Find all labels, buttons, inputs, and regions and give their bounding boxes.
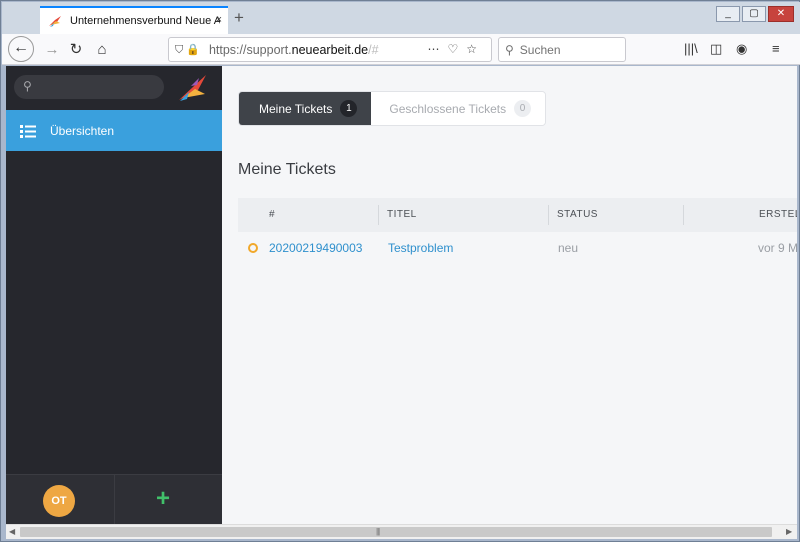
main-panel: Meine Tickets 1 Geschlossene Tickets 0 M… [222, 66, 797, 524]
status-open-icon [248, 243, 258, 253]
url-text: https://support.neuearbeit.de/# [208, 42, 379, 57]
column-header-status[interactable]: STATUS [557, 209, 598, 220]
scroll-right-icon[interactable]: ▶ [786, 527, 792, 536]
scroll-left-icon[interactable]: ◀ [9, 527, 15, 536]
list-icon [20, 124, 36, 138]
search-input[interactable]: ⚲ Suchen [498, 37, 626, 62]
column-divider [548, 205, 549, 225]
minimize-button[interactable]: _ [716, 6, 740, 22]
tickets-table: # TITEL STATUS ERSTEL 20200219490003 Tes… [238, 198, 797, 264]
tab-bar: Unternehmensverbund Neue A × + _ ▢ ✕ [2, 2, 800, 34]
tracking-shield-icon[interactable]: ⛉🔒 [175, 43, 203, 57]
add-button[interactable]: + [156, 485, 170, 513]
ticket-created: vor 9 M [758, 241, 797, 255]
ticket-number-link[interactable]: 20200219490003 [269, 241, 362, 255]
sidebar-item-label: Übersichten [50, 123, 115, 138]
column-header-created[interactable]: ERSTEL [759, 209, 797, 220]
page-actions-icon[interactable]: ⋯♡☆ [427, 42, 485, 56]
ticket-tabs: Meine Tickets 1 Geschlossene Tickets 0 [238, 91, 547, 126]
sidebar: ⚲ Übersichten OT + [6, 66, 222, 524]
account-icon[interactable]: ◉ [736, 41, 747, 57]
column-header-number[interactable]: # [269, 209, 275, 220]
address-bar[interactable]: ⛉🔒 https://support.neuearbeit.de/# ⋯♡☆ [168, 37, 492, 62]
footer-divider [114, 475, 115, 524]
column-header-title[interactable]: TITEL [387, 209, 417, 220]
library-icon[interactable]: |||\ [684, 41, 698, 56]
scrollbar-thumb[interactable]: ||| [20, 527, 772, 537]
count-badge: 1 [340, 100, 358, 117]
tab-title: Unternehmensverbund Neue A [70, 15, 220, 27]
search-icon: ⚲ [23, 79, 32, 93]
browser-tab[interactable]: Unternehmensverbund Neue A × [40, 6, 228, 34]
menu-icon[interactable]: ≡ [772, 41, 780, 56]
close-window-button[interactable]: ✕ [768, 6, 794, 22]
sidebar-item-overviews[interactable]: Übersichten [6, 110, 222, 151]
new-tab-button[interactable]: + [234, 8, 244, 28]
sidebar-toggle-icon[interactable]: ◫ [710, 41, 722, 57]
count-badge: 0 [514, 100, 532, 117]
browser-window: Unternehmensverbund Neue A × + _ ▢ ✕ ← →… [0, 0, 800, 542]
sidebar-footer: OT + [6, 474, 222, 524]
horizontal-scrollbar[interactable]: ◀ ||| ▶ [6, 524, 797, 539]
column-divider [683, 205, 684, 225]
reload-button[interactable]: ↻ [64, 38, 88, 62]
column-divider [378, 205, 379, 225]
back-button[interactable]: ← [8, 36, 34, 62]
table-row[interactable]: 20200219490003 Testproblem neu vor 9 M [238, 232, 797, 264]
favicon-icon [49, 16, 61, 27]
grip-icon: ||| [376, 527, 380, 536]
navigation-toolbar: ← → ↻ ⌂ ⛉🔒 https://support.neuearbeit.de… [2, 34, 800, 65]
home-icon[interactable]: ⌂ [90, 38, 114, 62]
tab-my-tickets[interactable]: Meine Tickets 1 [239, 92, 372, 125]
table-header: # TITEL STATUS ERSTEL [238, 198, 797, 232]
page-content: ⚲ Übersichten OT + Meine Tickets 1 Gesch… [6, 66, 797, 524]
avatar[interactable]: OT [43, 485, 75, 517]
forward-button[interactable]: → [40, 38, 64, 62]
ticket-status: neu [558, 241, 579, 255]
window-controls: _ ▢ ✕ [716, 6, 794, 22]
logo-icon[interactable] [175, 72, 209, 104]
page-title: Meine Tickets [238, 161, 336, 178]
ticket-title-link[interactable]: Testproblem [388, 241, 453, 255]
maximize-button[interactable]: ▢ [742, 6, 766, 22]
sidebar-search-input[interactable]: ⚲ [14, 75, 164, 99]
tab-close-icon[interactable]: × [216, 14, 222, 26]
search-icon: ⚲ [505, 42, 514, 57]
tab-closed-tickets[interactable]: Geschlossene Tickets 0 [371, 92, 546, 125]
